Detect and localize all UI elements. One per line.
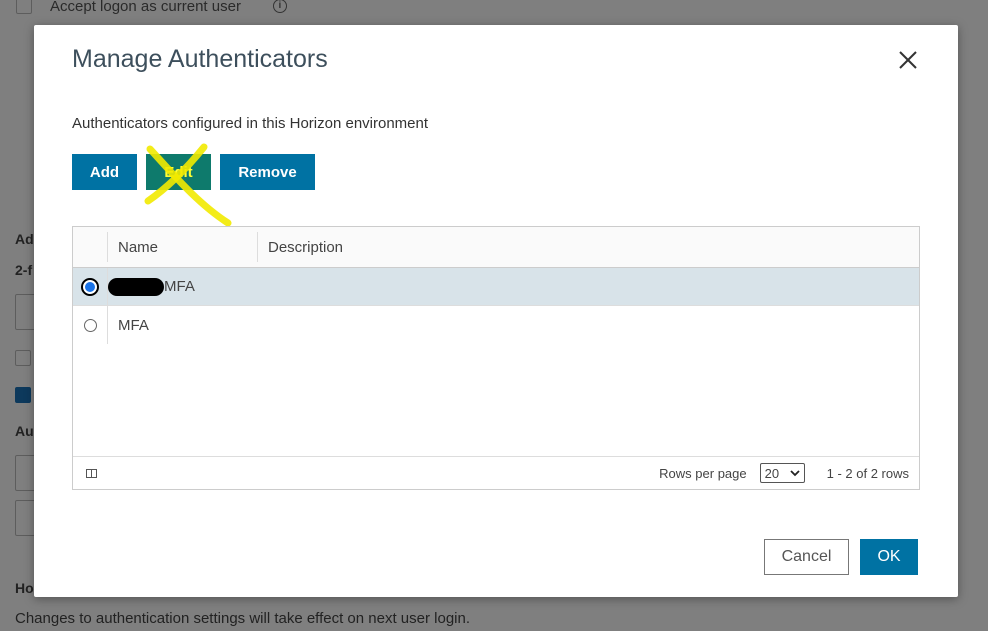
row-name: MFA: [118, 316, 149, 334]
rows-per-page-select[interactable]: 20: [759, 463, 805, 483]
dialog-title: Manage Authenticators: [72, 45, 328, 73]
dialog-description: Authenticators configured in this Horizo…: [72, 115, 429, 132]
column-toggle-icon[interactable]: [86, 468, 97, 478]
row-radio[interactable]: [81, 277, 99, 296]
row-select-cell: [73, 268, 108, 305]
edit-button[interactable]: Edit: [146, 154, 211, 190]
toolbar: Add Edit Remove: [72, 154, 315, 190]
row-name-cell: MFA: [108, 306, 258, 344]
remove-button[interactable]: Remove: [220, 154, 315, 190]
row-name: MFA: [164, 278, 195, 295]
chevron-down-icon: [789, 469, 800, 476]
grid-footer: Rows per page 20 1 - 2 of 2 rows: [73, 456, 919, 489]
column-header-description[interactable]: Description: [258, 227, 919, 267]
row-name-cell: MFA: [108, 268, 258, 305]
column-header-name[interactable]: Name: [108, 232, 258, 262]
manage-authenticators-dialog: Manage Authenticators Authenticators con…: [34, 25, 958, 597]
cancel-button[interactable]: Cancel: [764, 539, 849, 575]
ok-button[interactable]: OK: [860, 539, 918, 575]
row-radio[interactable]: [83, 318, 97, 332]
close-icon: [899, 51, 917, 69]
authenticators-datagrid: Name Description MFA MFA Rows per page 2…: [72, 226, 920, 490]
select-column-header: [73, 232, 108, 262]
grid-header: Name Description: [73, 227, 919, 268]
row-select-cell: [73, 306, 108, 344]
rows-per-page-value: 20: [764, 465, 780, 481]
add-button[interactable]: Add: [72, 154, 137, 190]
close-button[interactable]: [896, 48, 920, 72]
rows-per-page-label: Rows per page: [659, 465, 747, 481]
redaction-mark: [108, 277, 164, 296]
table-row[interactable]: MFA: [73, 268, 919, 306]
row-count: 1 - 2 of 2 rows: [826, 465, 909, 481]
table-row[interactable]: MFA: [73, 306, 919, 344]
